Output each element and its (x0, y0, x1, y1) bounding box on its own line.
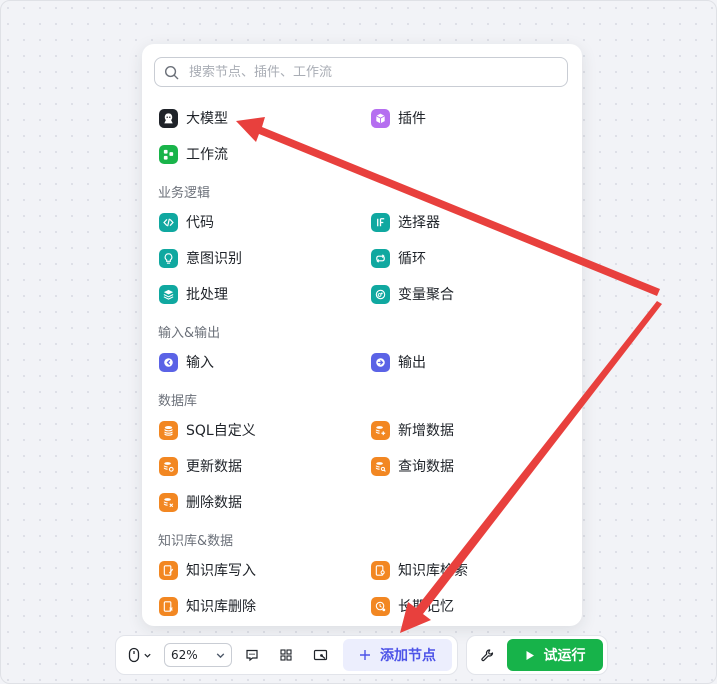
chevron-down-icon (144, 653, 151, 658)
db-query-icon (371, 456, 390, 476)
node-label: 大模型 (186, 111, 228, 127)
node-label: 知识库删除 (186, 599, 256, 615)
loop-icon (371, 248, 390, 268)
if-selector-icon (371, 212, 390, 232)
play-icon (526, 650, 534, 660)
node-item-workflow[interactable]: 工作流 (156, 140, 352, 168)
node-item-kb-delete[interactable]: 知识库删除 (156, 592, 352, 620)
add-node-button[interactable]: 添加节点 (343, 639, 452, 671)
output-icon (371, 352, 390, 372)
node-item-code[interactable]: 代码 (156, 208, 352, 236)
layout-button[interactable] (274, 643, 298, 667)
node-item-output[interactable]: 输出 (368, 348, 564, 376)
sql-icon (159, 420, 178, 440)
settings-button[interactable] (473, 641, 501, 669)
test-run-label: 试运行 (543, 648, 586, 664)
node-label: 意图识别 (186, 251, 242, 267)
llm-icon (159, 108, 178, 128)
node-item-llm[interactable]: 大模型 (156, 104, 352, 132)
node-label: 查询数据 (398, 459, 454, 475)
add-node-label: 添加节点 (380, 648, 436, 664)
node-item-loop[interactable]: 循环 (368, 244, 564, 272)
node-label: 工作流 (186, 147, 228, 163)
intent-icon (159, 248, 178, 268)
node-label: 长期记忆 (398, 599, 454, 615)
mouse-icon (128, 647, 140, 663)
node-item-db-delete[interactable]: 删除数据 (156, 488, 352, 516)
node-item-intent[interactable]: 意图识别 (156, 244, 352, 272)
node-item-batch[interactable]: 批处理 (156, 280, 352, 308)
canvas-toolbar: 62% 添加节点 (115, 635, 458, 675)
minimap-button[interactable] (308, 643, 332, 667)
node-label: 新增数据 (398, 423, 454, 439)
node-label: 知识库检索 (398, 563, 468, 579)
section-title-input-output: 输入&输出 (158, 326, 221, 341)
node-label: 输出 (398, 355, 426, 371)
node-label: 变量聚合 (398, 287, 454, 303)
zoom-value: 62% (171, 648, 198, 662)
comment-icon (246, 649, 258, 662)
plugin-icon (371, 108, 390, 128)
node-label: 插件 (398, 111, 426, 127)
interaction-mode-button[interactable] (124, 643, 156, 667)
node-item-kb-search[interactable]: 知识库检索 (368, 556, 564, 584)
db-delete-icon (159, 492, 178, 512)
node-label: 选择器 (398, 215, 440, 231)
kb-search-icon (371, 560, 390, 580)
workflow-icon (159, 144, 178, 164)
node-label: 更新数据 (186, 459, 242, 475)
batch-icon (159, 284, 178, 304)
layout-grid-icon (280, 649, 292, 661)
node-item-variable-merge[interactable]: 变量聚合 (368, 280, 564, 308)
node-item-input[interactable]: 输入 (156, 348, 352, 376)
node-label: 批处理 (186, 287, 228, 303)
node-item-kb-write[interactable]: 知识库写入 (156, 556, 352, 584)
node-label: 删除数据 (186, 495, 242, 511)
node-label: SQL自定义 (186, 423, 256, 439)
search-icon (164, 65, 179, 79)
search-box[interactable] (154, 57, 568, 87)
search-input[interactable] (187, 63, 567, 81)
section-title-business-logic: 业务逻辑 (158, 186, 211, 201)
memory-icon (371, 596, 390, 616)
node-label: 输入 (186, 355, 214, 371)
section-title-database: 数据库 (158, 394, 198, 409)
add-node-panel: 大模型 插件 工作流 业务逻辑 代码 选择器 意图识别 循环 (142, 44, 582, 626)
kb-write-icon (159, 560, 178, 580)
run-toolbar: 试运行 (466, 635, 608, 675)
input-icon (159, 352, 178, 372)
node-item-plugin[interactable]: 插件 (368, 104, 564, 132)
node-item-db-update[interactable]: 更新数据 (156, 452, 352, 480)
chevron-down-icon (216, 652, 225, 658)
wrench-icon (480, 648, 493, 661)
node-item-db-query[interactable]: 查询数据 (368, 452, 564, 480)
node-label: 知识库写入 (186, 563, 256, 579)
code-icon (159, 212, 178, 232)
node-item-selector[interactable]: 选择器 (368, 208, 564, 236)
node-item-db-add[interactable]: 新增数据 (368, 416, 564, 444)
db-add-icon (371, 420, 390, 440)
plus-icon (360, 650, 370, 660)
variable-merge-icon (371, 284, 390, 304)
db-update-icon (159, 456, 178, 476)
minimap-icon (313, 649, 327, 661)
test-run-button[interactable]: 试运行 (507, 639, 603, 671)
section-title-knowledge: 知识库&数据 (158, 534, 234, 549)
node-item-sql[interactable]: SQL自定义 (156, 416, 352, 444)
kb-delete-icon (159, 596, 178, 616)
zoom-select[interactable]: 62% (164, 643, 232, 667)
node-label: 循环 (398, 251, 426, 267)
node-label: 代码 (186, 215, 214, 231)
node-item-memory[interactable]: 长期记忆 (368, 592, 564, 620)
comment-button[interactable] (240, 643, 264, 667)
